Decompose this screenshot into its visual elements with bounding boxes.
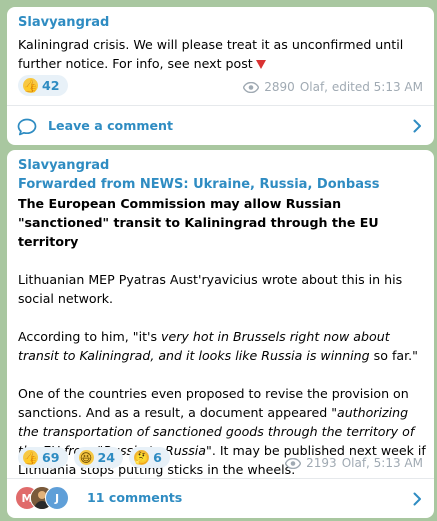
author-time: Olaf, edited 5:13 AM (299, 80, 423, 94)
reaction-thinking[interactable]: 🤔 6 (129, 447, 170, 468)
message-meta: 2890 Olaf, edited 5:13 AM (243, 80, 423, 94)
laughing-face-icon: 😆 (78, 450, 94, 465)
message-text: The European Commission may allow Russia… (18, 194, 428, 479)
message-paragraph: Lithuanian MEP Pyatras Aust'ryavicius wr… (18, 272, 403, 306)
eye-icon (243, 81, 260, 93)
message-text: Kaliningrad crisis. We will please treat… (18, 35, 428, 73)
reactions-bar: 👍 42 (18, 75, 68, 96)
reaction-count: 42 (42, 78, 60, 93)
reaction-laughing[interactable]: 😆 24 (73, 447, 124, 468)
text-span: According to him, "it's (18, 329, 162, 344)
message-meta: 2193 Olaf, 5:13 AM (285, 456, 423, 470)
message-headline: The European Commission may allow Russia… (18, 196, 379, 249)
channel-name[interactable]: Slavyangrad (18, 158, 109, 173)
reaction-count: 24 (97, 450, 116, 465)
leave-comment-label: Leave a comment (48, 118, 173, 133)
thumbs-up-icon: 👍 (23, 78, 38, 93)
message-card-2: Slavyangrad Forwarded from NEWS: Ukraine… (7, 150, 434, 518)
view-count: 2193 (306, 456, 337, 470)
channel-name[interactable]: Slavyangrad (18, 15, 109, 30)
thumbs-up-icon: 👍 (23, 450, 38, 465)
leave-comment-button[interactable]: Leave a comment (7, 106, 434, 145)
comments-button[interactable]: M J 11 comments (7, 479, 434, 518)
reaction-count: 69 (42, 450, 60, 465)
message-paragraph: According to him, "it's very hot in Brus… (18, 327, 428, 365)
reaction-count: 6 (153, 450, 162, 465)
message-text-content: Kaliningrad crisis. We will please treat… (18, 37, 404, 71)
commenter-avatars: M J (15, 486, 85, 510)
chevron-right-icon (413, 119, 422, 136)
red-triangle-icon (255, 60, 266, 69)
view-count: 2890 (264, 80, 295, 94)
comments-count-label: 11 comments (87, 490, 183, 505)
reactions-bar: 👍 69 😆 24 🤔 6 (18, 447, 170, 468)
eye-icon (285, 457, 302, 469)
reaction-thumbs-up[interactable]: 👍 42 (18, 75, 68, 96)
comment-bubble-icon (17, 118, 37, 139)
chevron-right-icon (413, 492, 422, 509)
message-card-1: Slavyangrad Kaliningrad crisis. We will … (7, 7, 434, 145)
avatar: J (45, 486, 69, 510)
thinking-face-icon: 🤔 (134, 450, 150, 465)
text-span: so far." (369, 348, 418, 363)
reaction-thumbs-up[interactable]: 👍 69 (18, 447, 68, 468)
author-time: Olaf, 5:13 AM (341, 456, 423, 470)
forwarded-from-link[interactable]: Forwarded from NEWS: Ukraine, Russia, Do… (18, 177, 379, 192)
